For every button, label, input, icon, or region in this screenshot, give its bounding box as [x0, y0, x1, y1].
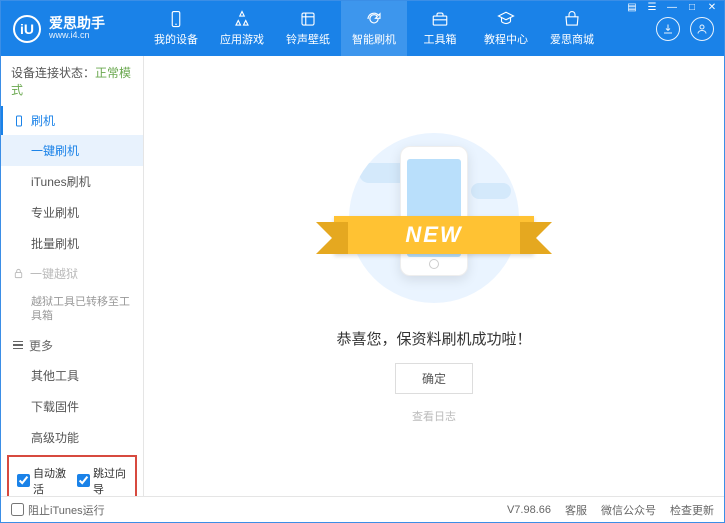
sidebar-item-other[interactable]: 其他工具	[1, 360, 143, 391]
download-icon	[662, 23, 674, 35]
graduation-icon	[497, 10, 515, 28]
wechat-link[interactable]: 微信公众号	[601, 502, 656, 518]
nav-label: 应用游戏	[220, 31, 264, 47]
connection-status: 设备连接状态：正常模式	[1, 56, 143, 106]
status-label: 设备连接状态：	[11, 66, 95, 80]
logo: iU 爱思助手 www.i4.cn	[13, 15, 143, 43]
menu-icon[interactable]: ▤	[625, 2, 639, 13]
checkbox-input[interactable]	[77, 474, 90, 487]
user-icon	[696, 23, 708, 35]
phone-small-icon	[13, 115, 25, 127]
phone-graphic	[400, 146, 468, 276]
success-illustration: NEW	[344, 128, 524, 308]
download-button[interactable]	[656, 17, 680, 41]
lock-icon	[13, 268, 24, 279]
category-flash[interactable]: 刷机	[1, 106, 143, 135]
nav-apps[interactable]: 应用游戏	[209, 1, 275, 56]
nav-label: 爱思商城	[550, 31, 594, 47]
sidebar-item-oneclick[interactable]: 一键刷机	[1, 135, 143, 166]
nav-label: 我的设备	[154, 31, 198, 47]
sidebar: 设备连接状态：正常模式 刷机 一键刷机 iTunes刷机 专业刷机 批量刷机 一…	[1, 56, 144, 496]
app-window: ▤ ☰ — □ ✕ iU 爱思助手 www.i4.cn 我的设备 应用游戏 铃声	[0, 0, 725, 523]
checkbox-auto-activate[interactable]: 自动激活	[17, 465, 67, 496]
phone-icon	[167, 10, 185, 28]
nav-tutorials[interactable]: 教程中心	[473, 1, 539, 56]
nav-label: 铃声壁纸	[286, 31, 330, 47]
toolbox-icon	[431, 10, 449, 28]
version-label: V7.98.66	[507, 504, 551, 516]
title-actions	[656, 17, 724, 41]
checkbox-input[interactable]	[11, 503, 24, 516]
close-icon[interactable]: ✕	[705, 2, 719, 13]
wallpaper-icon	[299, 10, 317, 28]
sidebar-item-firmware[interactable]: 下载固件	[1, 391, 143, 422]
titlebar: iU 爱思助手 www.i4.cn 我的设备 应用游戏 铃声壁纸 智能刷机	[1, 1, 724, 56]
nav-ringtones[interactable]: 铃声壁纸	[275, 1, 341, 56]
checkbox-skip-guide[interactable]: 跳过向导	[77, 465, 127, 496]
apps-icon	[233, 10, 251, 28]
footer: 阻止iTunes运行 V7.98.66 客服 微信公众号 检查更新	[1, 496, 724, 522]
ok-button[interactable]: 确定	[395, 363, 473, 394]
category-label: 刷机	[31, 112, 55, 129]
body: 设备连接状态：正常模式 刷机 一键刷机 iTunes刷机 专业刷机 批量刷机 一…	[1, 56, 724, 496]
block-itunes-checkbox[interactable]: 阻止iTunes运行	[11, 502, 105, 518]
lock-window-icon[interactable]: ☰	[645, 2, 659, 13]
nav-flash[interactable]: 智能刷机	[341, 1, 407, 56]
check-update-link[interactable]: 检查更新	[670, 502, 714, 518]
checkbox-label: 自动激活	[33, 465, 67, 496]
jailbreak-note: 越狱工具已转移至工具箱	[1, 288, 143, 331]
menu-bars-icon	[13, 341, 23, 350]
options-row: 自动激活 跳过向导	[7, 455, 137, 496]
success-message: 恭喜您，保资料刷机成功啦！	[336, 328, 531, 349]
app-title: 爱思助手	[49, 16, 105, 31]
nav-store[interactable]: 爱思商城	[539, 1, 605, 56]
footer-right: V7.98.66 客服 微信公众号 检查更新	[507, 502, 714, 518]
main-content: NEW 恭喜您，保资料刷机成功啦！ 确定 查看日志	[144, 56, 724, 496]
refresh-icon	[365, 10, 383, 28]
view-log-link[interactable]: 查看日志	[412, 408, 456, 424]
nav-toolbox[interactable]: 工具箱	[407, 1, 473, 56]
sidebar-item-advanced[interactable]: 高级功能	[1, 422, 143, 453]
nav-label: 教程中心	[484, 31, 528, 47]
app-subtitle: www.i4.cn	[49, 31, 105, 41]
nav-label: 智能刷机	[352, 31, 396, 47]
maximize-icon[interactable]: □	[685, 2, 699, 13]
category-label: 更多	[29, 337, 53, 354]
nav-my-device[interactable]: 我的设备	[143, 1, 209, 56]
checkbox-label: 阻止iTunes运行	[28, 502, 105, 518]
store-icon	[563, 10, 581, 28]
logo-icon: iU	[13, 15, 41, 43]
minimize-icon[interactable]: —	[665, 2, 679, 13]
customer-service-link[interactable]: 客服	[565, 502, 587, 518]
category-more[interactable]: 更多	[1, 331, 143, 360]
top-nav: 我的设备 应用游戏 铃声壁纸 智能刷机 工具箱 教程中心	[143, 1, 656, 56]
new-ribbon: NEW	[334, 216, 534, 254]
sidebar-item-itunes[interactable]: iTunes刷机	[1, 166, 143, 197]
nav-label: 工具箱	[424, 31, 457, 47]
window-controls: ▤ ☰ — □ ✕	[625, 2, 719, 13]
category-jailbreak: 一键越狱	[1, 259, 143, 288]
sidebar-item-pro[interactable]: 专业刷机	[1, 197, 143, 228]
checkbox-input[interactable]	[17, 474, 30, 487]
user-button[interactable]	[690, 17, 714, 41]
checkbox-label: 跳过向导	[93, 465, 127, 496]
category-label: 一键越狱	[30, 265, 78, 282]
sidebar-item-batch[interactable]: 批量刷机	[1, 228, 143, 259]
